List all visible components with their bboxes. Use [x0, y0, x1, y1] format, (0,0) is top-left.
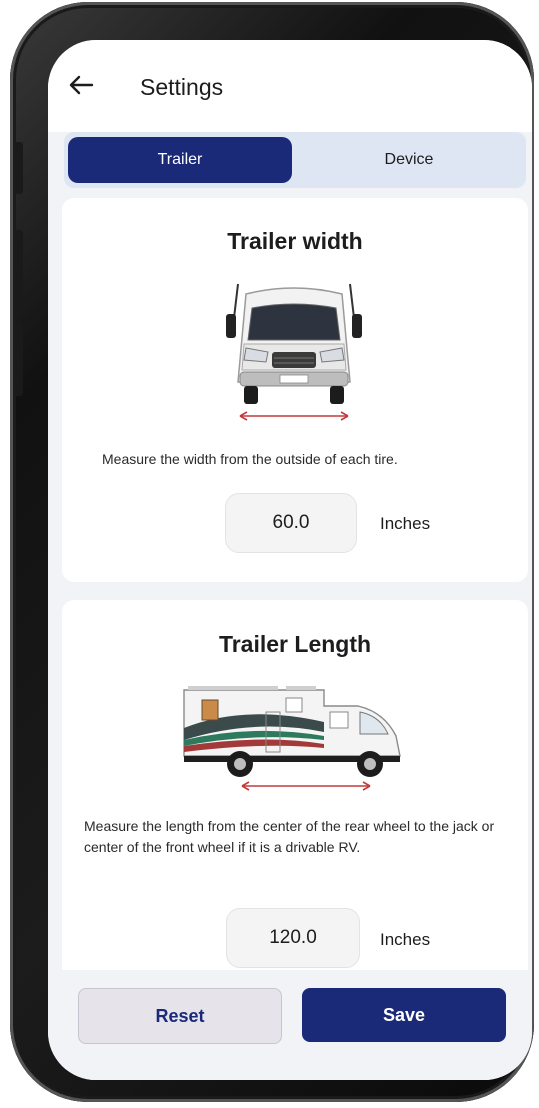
- trailer-width-title: Trailer width: [227, 228, 363, 254]
- trailer-length-title: Trailer Length: [218, 631, 372, 657]
- tab-bar: Trailer Device: [64, 132, 526, 188]
- phone-side-button: [13, 142, 23, 194]
- phone-frame: Settings Trailer Device Trailer width Me…: [10, 2, 534, 1102]
- tab-trailer[interactable]: Trailer: [68, 137, 292, 183]
- app-header: Settings: [48, 40, 532, 132]
- page-title: Settings: [140, 74, 224, 100]
- trailer-width-card: Trailer width Measure the width from the…: [62, 198, 528, 582]
- reset-button[interactable]: Reset: [78, 988, 282, 1044]
- action-bar: Reset Save: [48, 970, 532, 1080]
- trailer-length-unit: Inches: [380, 930, 431, 949]
- save-button[interactable]: Save: [302, 988, 506, 1042]
- rv-side-image: [183, 686, 401, 791]
- phone-volume-up: [13, 230, 23, 302]
- arrow-left-icon[interactable]: [66, 70, 96, 100]
- trailer-length-input[interactable]: 120.0: [226, 908, 360, 968]
- trailer-length-description: Measure the length from the center of th…: [84, 818, 495, 855]
- rv-front-image: [226, 283, 362, 421]
- trailer-width-input[interactable]: 60.0: [225, 493, 357, 553]
- app-screen: Settings Trailer Device Trailer width Me…: [48, 40, 532, 1080]
- phone-volume-down: [13, 324, 23, 396]
- trailer-length-card: Trailer Length Measure the length from t…: [62, 600, 528, 1020]
- tab-device[interactable]: Device: [296, 137, 522, 183]
- trailer-width-description: Measure the width from the outside of ea…: [102, 451, 398, 467]
- trailer-width-unit: Inches: [380, 514, 431, 533]
